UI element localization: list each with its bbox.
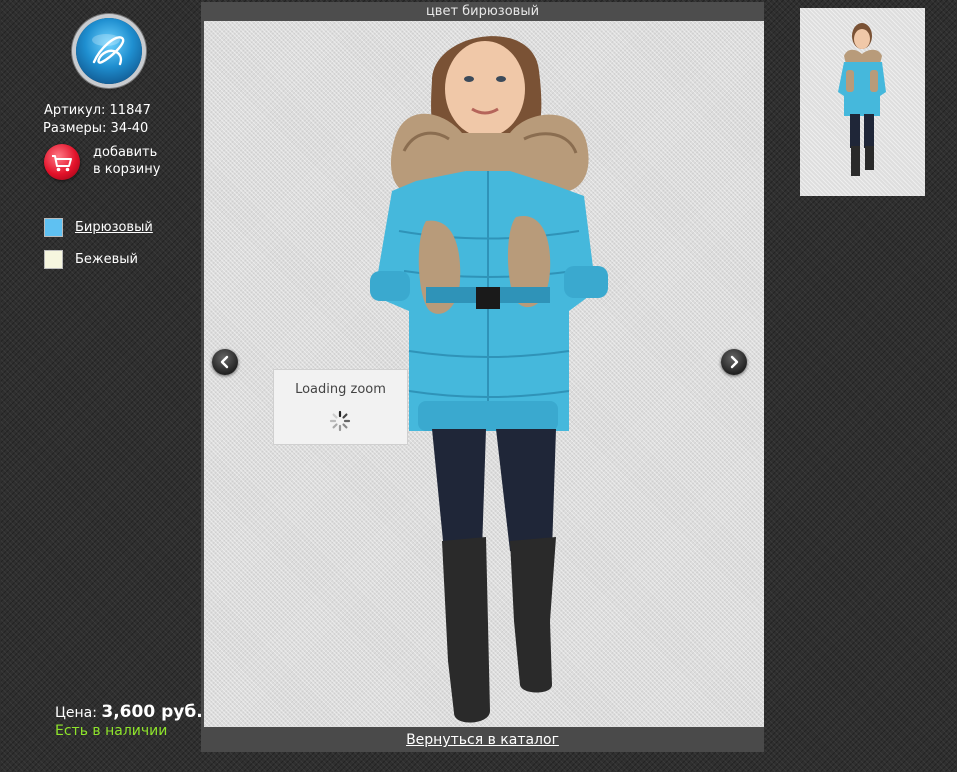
color-option-turquoise[interactable]: Бирюзовый (44, 218, 153, 237)
add-to-cart-label: добавить в корзину (93, 144, 160, 178)
stock-status: Есть в наличии (55, 723, 168, 739)
color-option-beige[interactable]: Бежевый (44, 250, 138, 269)
arrow-right-icon (730, 355, 739, 369)
thumbnail-image (838, 23, 886, 176)
viewer-title: цвет бирюзовый (201, 2, 764, 21)
color-swatch-beige (44, 250, 63, 269)
logo-icon[interactable] (76, 18, 142, 84)
price: Цена: 3,600 руб. (55, 702, 203, 722)
add-to-cart-label-line1: добавить (93, 145, 158, 160)
product-sku: Артикул: 11847 (44, 103, 151, 118)
product-photo[interactable]: Loading zoom (204, 21, 764, 727)
color-label-beige: Бежевый (75, 252, 139, 267)
add-to-cart-button[interactable]: добавить в корзину (44, 144, 160, 180)
product-image-viewer: цвет бирюзовый Loading zoom Вернуться в … (201, 2, 764, 752)
add-to-cart-label-line2: в корзину (93, 162, 161, 177)
price-label: Цена: (55, 705, 97, 721)
cart-icon (44, 144, 80, 180)
arrow-left-icon (220, 355, 229, 369)
spinner-icon (329, 410, 351, 432)
next-image-button[interactable] (721, 349, 747, 375)
color-swatch-turquoise (44, 218, 63, 237)
product-thumbnail[interactable] (800, 8, 925, 196)
back-to-catalog-link[interactable]: Вернуться в каталог (201, 729, 764, 752)
product-sizes: Размеры: 34-40 (43, 121, 149, 136)
color-label-turquoise: Бирюзовый (75, 220, 153, 235)
loading-zoom-text: Loading zoom (295, 382, 386, 397)
prev-image-button[interactable] (212, 349, 238, 375)
loading-zoom-box: Loading zoom (273, 369, 408, 445)
price-value: 3,600 руб. (101, 702, 203, 722)
